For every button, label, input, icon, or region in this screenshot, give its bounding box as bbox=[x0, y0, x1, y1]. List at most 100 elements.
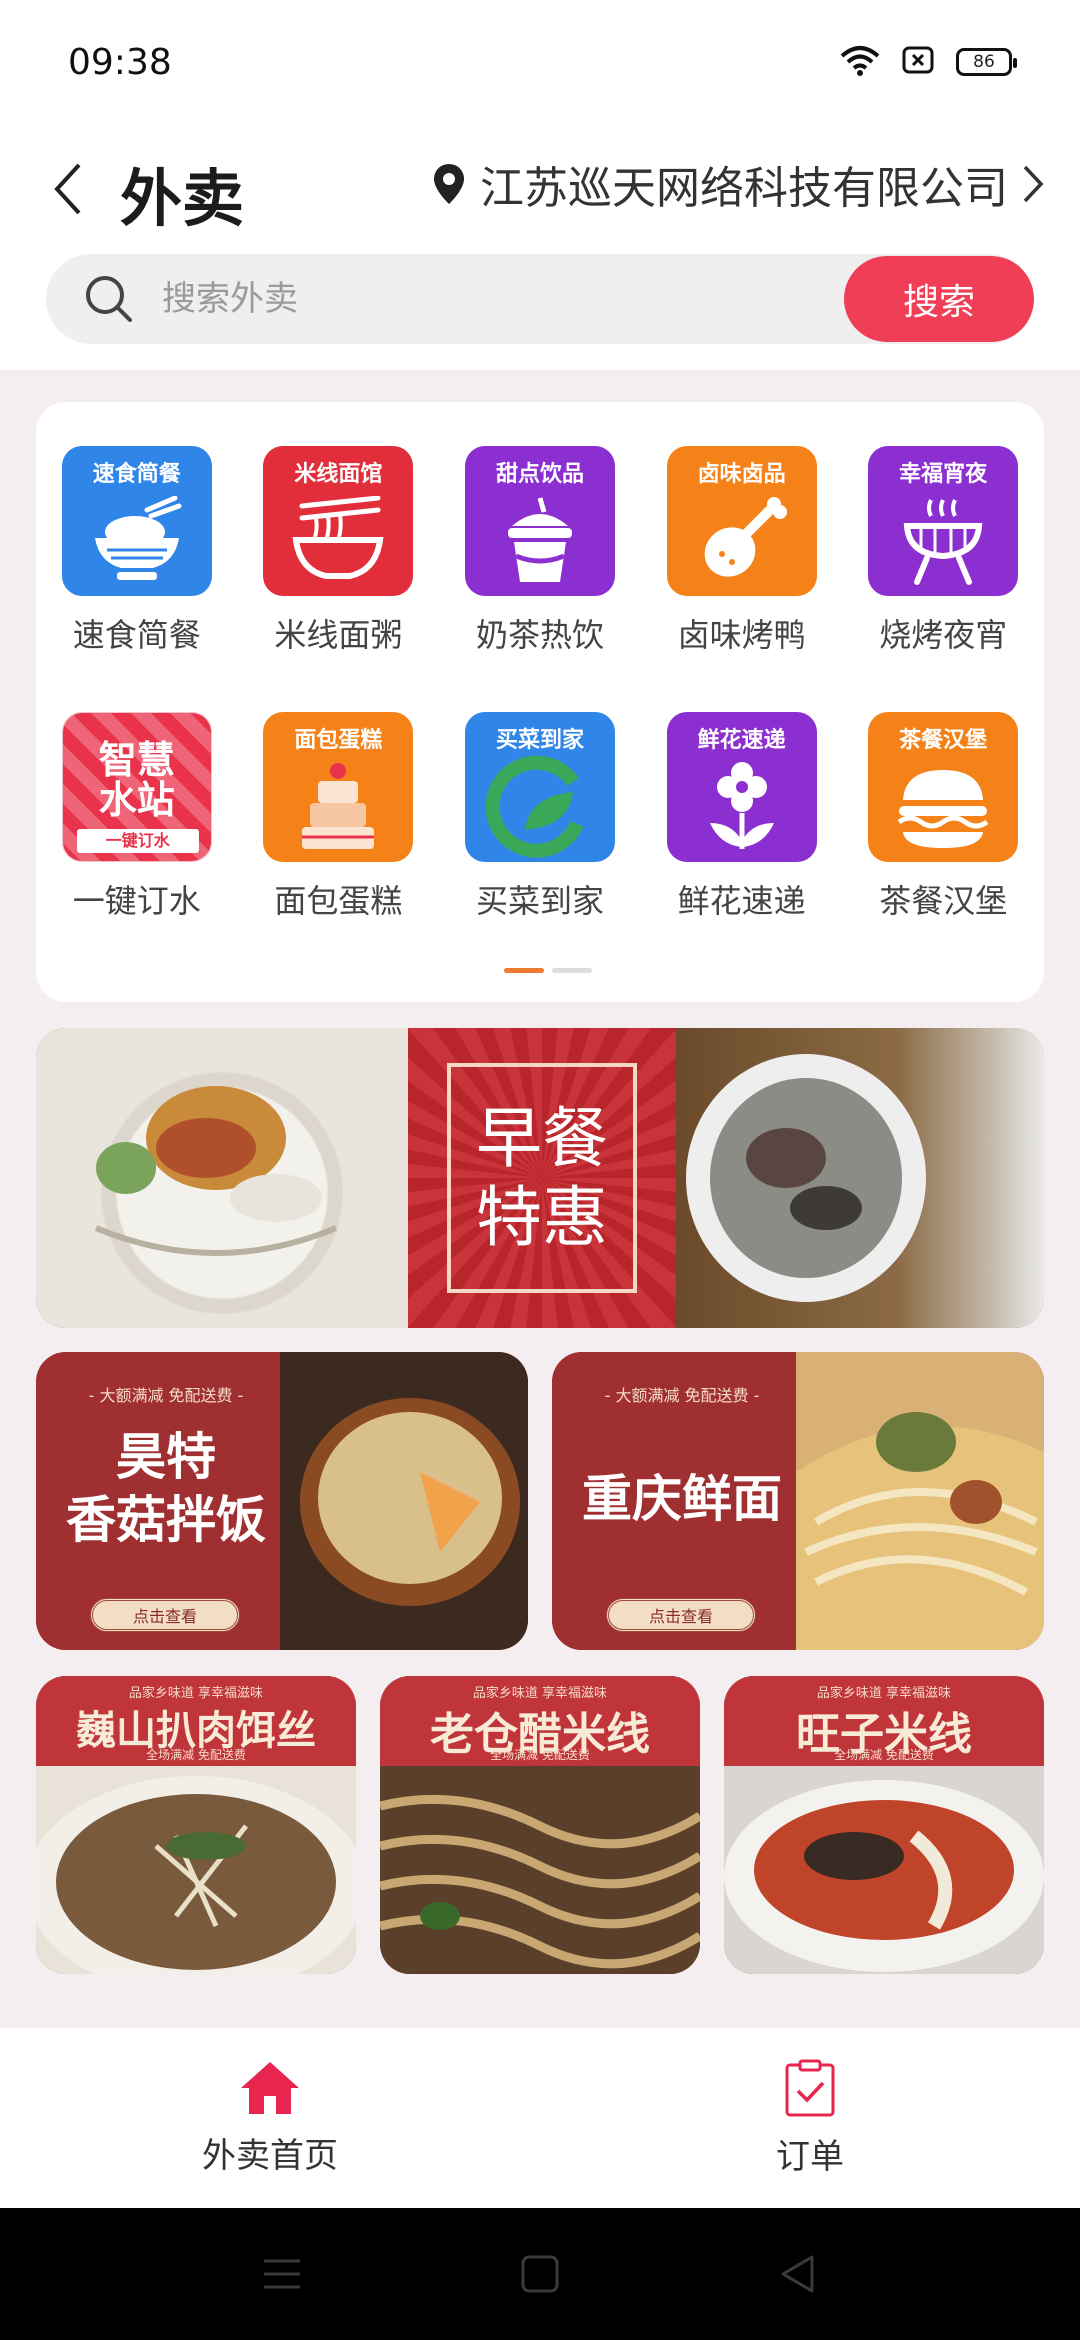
category-tile: 面包蛋糕 bbox=[263, 712, 414, 862]
back-button[interactable] bbox=[40, 154, 96, 224]
promo-view-button[interactable]: 点击查看 bbox=[90, 1598, 240, 1632]
promo-title: 重庆鲜面 bbox=[582, 1469, 782, 1528]
menu-icon bbox=[264, 2259, 300, 2289]
tile-food-photo bbox=[380, 1766, 700, 1974]
category-label: 一键订水 bbox=[72, 882, 201, 920]
banner-title: 早餐特惠 bbox=[476, 1099, 608, 1256]
category-tile: 买菜到家 bbox=[464, 712, 615, 862]
category-label: 面包蛋糕 bbox=[274, 882, 403, 920]
category-tile: 智慧水站 一键订水 bbox=[61, 712, 212, 862]
chevron-left-icon bbox=[54, 163, 81, 215]
search-box: 搜索 bbox=[46, 254, 1034, 344]
category-tile-label: 米线面馆 bbox=[294, 462, 383, 487]
tile-food-photo bbox=[724, 1766, 1044, 1974]
category-item-groceries[interactable]: 买菜到家 买菜到家 bbox=[439, 712, 641, 922]
category-item-fast-food[interactable]: 速食简餐 速食简餐 bbox=[36, 446, 238, 656]
pager-dot-active bbox=[504, 968, 544, 973]
category-item-burger[interactable]: 茶餐汉堡 茶餐汉堡 bbox=[842, 712, 1044, 922]
tile-subtitle: 全场满减 免配送费 bbox=[834, 1748, 934, 1762]
sim-card-icon bbox=[902, 46, 934, 78]
category-tile: 甜点饮品 bbox=[464, 446, 615, 596]
category-tile-label: 幸福宵夜 bbox=[899, 462, 988, 487]
location-selector[interactable]: 江苏巡天网络科技有限公司 bbox=[432, 152, 1044, 216]
drumstick-icon bbox=[667, 486, 817, 596]
pager-dot bbox=[552, 968, 592, 973]
category-item-bbq[interactable]: 幸福宵夜 烧烤夜宵 bbox=[842, 446, 1044, 656]
square-home-icon bbox=[521, 2255, 559, 2293]
tab-orders[interactable]: 订单 bbox=[540, 2028, 1080, 2208]
noodle-bowl-icon bbox=[263, 486, 413, 596]
category-label: 速食简餐 bbox=[72, 616, 201, 654]
category-item-noodles[interactable]: 米线面馆 米线面粥 bbox=[238, 446, 440, 656]
category-tile-label: 面包蛋糕 bbox=[294, 728, 383, 753]
status-icons: 86 bbox=[840, 44, 1017, 80]
category-label: 买菜到家 bbox=[475, 882, 604, 920]
restaurant-tile-laocang[interactable]: 品家乡味道 享幸福滋味 老仓醋米线 全场满减 免配送费 bbox=[380, 1676, 700, 1974]
category-label: 米线面粥 bbox=[274, 616, 403, 654]
back-nav-button[interactable] bbox=[768, 2252, 828, 2296]
location-text: 江苏巡天网络科技有限公司 bbox=[480, 163, 1008, 214]
banner-center-panel: 早餐特惠 bbox=[408, 1028, 676, 1328]
status-bar: 09:38 86 bbox=[0, 0, 1080, 130]
category-tile: 幸福宵夜 bbox=[868, 446, 1019, 596]
burger-icon bbox=[868, 752, 1018, 862]
search-button[interactable]: 搜索 bbox=[844, 256, 1034, 342]
category-label: 奶茶热饮 bbox=[475, 616, 604, 654]
banner-food-photo-right bbox=[676, 1028, 1044, 1328]
menu-button[interactable] bbox=[252, 2252, 312, 2296]
search-input[interactable] bbox=[162, 254, 762, 344]
category-tile-label: 速食简餐 bbox=[92, 462, 181, 487]
tile-food-photo bbox=[36, 1766, 356, 1974]
category-item-bakery[interactable]: 面包蛋糕 面包蛋糕 bbox=[238, 712, 440, 922]
chevron-right-icon bbox=[1023, 165, 1044, 203]
tile-header: 品家乡味道 享幸福滋味 旺子米线 全场满减 免配送费 bbox=[724, 1676, 1044, 1766]
triangle-back-icon bbox=[781, 2255, 814, 2293]
search-icon bbox=[86, 276, 132, 322]
water-station-badge: 一键订水 bbox=[76, 829, 199, 853]
category-tile-label: 茶餐汉堡 bbox=[899, 728, 988, 753]
category-tile-label: 鲜花速递 bbox=[697, 728, 786, 753]
category-tile-label: 卤味卤品 bbox=[697, 462, 786, 487]
tile-subtitle: 全场满减 免配送费 bbox=[146, 1748, 246, 1762]
promo-subtitle: - 大额满减 免配送费 - bbox=[604, 1386, 760, 1405]
battery-icon: 86 bbox=[956, 48, 1017, 76]
category-tile-label: 买菜到家 bbox=[495, 728, 584, 753]
category-pager[interactable] bbox=[504, 968, 592, 973]
category-tile: 卤味卤品 bbox=[666, 446, 817, 596]
home-button[interactable] bbox=[510, 2252, 570, 2296]
category-tile: 鲜花速递 bbox=[666, 712, 817, 862]
promo-card-chongqing-noodles[interactable]: - 大额满减 免配送费 - 重庆鲜面 点击查看 bbox=[552, 1352, 1044, 1650]
vegetable-leaf-icon bbox=[465, 752, 615, 862]
restaurant-tile-wangzi[interactable]: 品家乡味道 享幸福滋味 旺子米线 全场满减 免配送费 bbox=[724, 1676, 1044, 1974]
category-tile: 米线面馆 bbox=[263, 446, 414, 596]
restaurant-tile-weishan[interactable]: 品家乡味道 享幸福滋味 巍山扒肉饵丝 全场满减 免配送费 bbox=[36, 1676, 356, 1974]
grill-icon bbox=[868, 486, 1018, 596]
breakfast-banner[interactable]: 早餐特惠 bbox=[36, 1028, 1044, 1328]
home-icon bbox=[241, 2061, 299, 2114]
milk-tea-icon bbox=[465, 486, 615, 596]
category-item-water[interactable]: 智慧水站 一键订水 一键订水 bbox=[36, 712, 238, 922]
category-tile-label: 甜点饮品 bbox=[495, 462, 584, 487]
tile-header: 品家乡味道 享幸福滋味 巍山扒肉饵丝 全场满减 免配送费 bbox=[36, 1676, 356, 1766]
category-label: 鲜花速递 bbox=[677, 882, 806, 920]
promo-view-button[interactable]: 点击查看 bbox=[606, 1598, 756, 1632]
tab-home[interactable]: 外卖首页 bbox=[0, 2028, 540, 2208]
search-area: 搜索 bbox=[0, 240, 1080, 370]
banner-frame: 早餐特惠 bbox=[447, 1063, 637, 1293]
category-tile: 茶餐汉堡 bbox=[868, 712, 1019, 862]
tile-header: 品家乡味道 享幸福滋味 老仓醋米线 全场满减 免配送费 bbox=[380, 1676, 700, 1766]
category-item-flowers[interactable]: 鲜花速递 鲜花速递 bbox=[641, 712, 843, 922]
category-item-milk-tea[interactable]: 甜点饮品 奶茶热饮 bbox=[439, 446, 641, 656]
category-label: 烧烤夜宵 bbox=[879, 616, 1008, 654]
promo-food-photo bbox=[796, 1352, 1044, 1650]
category-tile: 速食简餐 bbox=[61, 446, 212, 596]
bottom-tab-bar: 外卖首页 订单 bbox=[0, 2028, 1080, 2208]
water-station-icon: 智慧水站 一键订水 bbox=[62, 713, 211, 861]
promo-card-mushroom-rice[interactable]: - 大额满减 免配送费 - 昊特 香菇拌饭 点击查看 bbox=[36, 1352, 528, 1650]
category-label: 卤味烤鸭 bbox=[677, 616, 806, 654]
category-item-braised[interactable]: 卤味卤品 卤味烤鸭 bbox=[641, 446, 843, 656]
banner-food-photo-left bbox=[36, 1028, 408, 1328]
category-grid: 速食简餐 速食简餐 米线面馆 米线面粥 甜点饮品 奶茶热饮 卤味卤品 卤味烤鸭 … bbox=[36, 446, 1044, 922]
wifi-icon bbox=[840, 44, 880, 80]
rice-bowl-icon bbox=[62, 486, 212, 596]
